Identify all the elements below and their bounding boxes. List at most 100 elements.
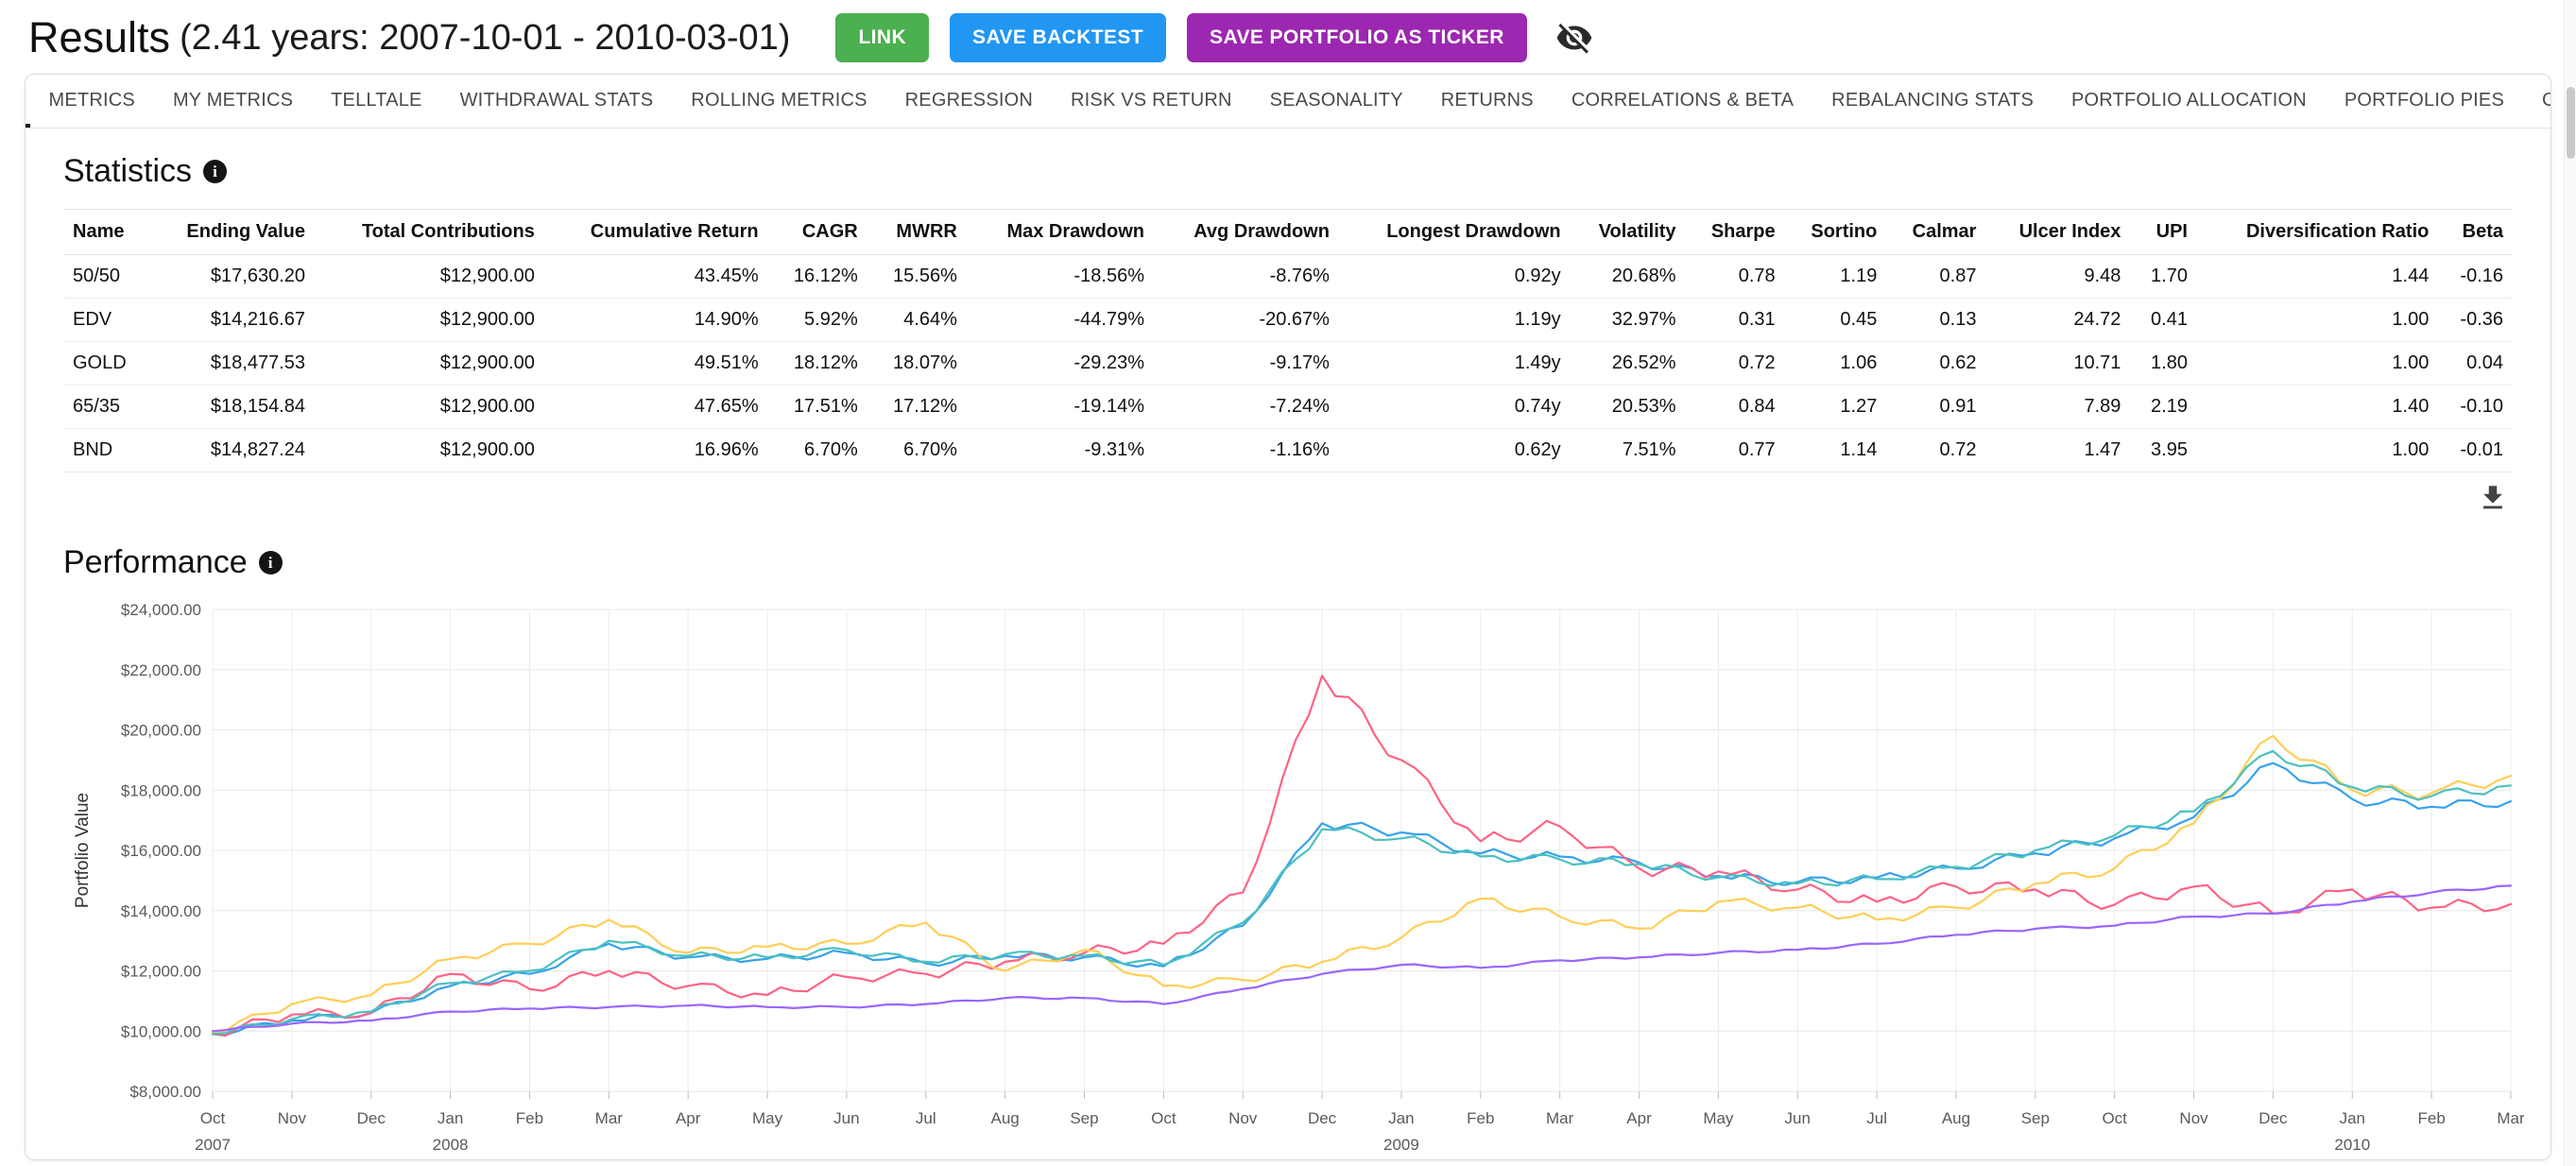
table-cell: 0.74y: [1338, 385, 1571, 429]
table-cell: 0.78: [1685, 254, 1785, 299]
svg-text:Sep: Sep: [2021, 1109, 2050, 1127]
table-cell: 9.48: [1985, 254, 2131, 299]
performance-section: Performance i $8,000.00 $10,000.00 $12,000…: [26, 520, 2550, 1159]
page-subtitle: (2.41 years: 2007-10-01 - 2010-03-01): [180, 17, 791, 58]
table-cell: $12,900.00: [315, 341, 544, 386]
topbar: Results (2.41 years: 2007-10-01 - 2010-0…: [0, 0, 2576, 68]
svg-text:$24,000.00: $24,000.00: [121, 601, 201, 619]
svg-text:Jan: Jan: [438, 1109, 463, 1127]
table-cell: 1.19: [1784, 254, 1887, 299]
svg-text:Aug: Aug: [990, 1109, 1019, 1127]
table-cell: 3.95: [2130, 428, 2197, 472]
table-cell: $14,216.67: [149, 298, 315, 342]
tab-portfolio-pies[interactable]: PORTFOLIO PIES: [2326, 75, 2523, 128]
table-cell: 17.12%: [867, 385, 967, 429]
table-row-edv: EDV $14,216.67 $12,900.00 14.90% 5.92% 4.64% -…: [63, 298, 2513, 342]
statistics-title: Statistics i: [63, 153, 2513, 190]
table-cell: -0.36: [2438, 298, 2513, 342]
svg-text:Mar: Mar: [595, 1109, 624, 1127]
table-cell: 0.92y: [1338, 254, 1571, 299]
table-cell: 50/50: [63, 254, 150, 299]
table-cell: 18.07%: [867, 341, 967, 386]
tab-risk-vs-return[interactable]: RISK VS RETURN: [1052, 75, 1251, 128]
table-cell: -0.16: [2438, 254, 2513, 299]
column-header-upi: UPI: [2130, 209, 2197, 255]
series-65-35: [211, 749, 2513, 1036]
svg-text:$8,000.00: $8,000.00: [129, 1083, 201, 1101]
tab-my-metrics[interactable]: MY METRICS: [154, 75, 312, 128]
table-row-gold: GOLD $18,477.53 $12,900.00 49.51% 18.12% 18.0…: [63, 341, 2513, 386]
table-cell: 1.47: [1985, 428, 2131, 472]
table-cell: 43.45%: [543, 254, 768, 299]
table-cell: 0.77: [1685, 428, 1785, 472]
table-cell: $12,900.00: [315, 254, 544, 299]
table-cell: $12,900.00: [315, 298, 544, 342]
page-scrollbar-thumb[interactable]: [2567, 87, 2575, 159]
tab-telltale[interactable]: TELLTALE: [312, 75, 440, 128]
table-cell: 1.44: [2196, 254, 2439, 299]
table-cell: 6.70%: [867, 428, 967, 472]
table-cell: 32.97%: [1570, 298, 1686, 342]
table-row-50-50: 50/50 $17,630.20 $12,900.00 43.45% 16.12% 15.…: [63, 254, 2513, 299]
column-header-longest-drawdown: Longest Drawdown: [1338, 209, 1571, 255]
table-cell: 1.70: [2130, 254, 2197, 299]
page-scrollbar-track[interactable]: [2564, 0, 2576, 1166]
tab-cashflows[interactable]: CASHFLOWS: [2523, 75, 2550, 128]
table-cell: 6.70%: [767, 428, 867, 472]
table-cell: 49.51%: [543, 341, 768, 386]
table-cell: 7.89: [1985, 385, 2131, 429]
column-header-ulcer-index: Ulcer Index: [1985, 209, 2131, 255]
svg-text:$22,000.00: $22,000.00: [121, 661, 201, 679]
column-header-avg-drawdown: Avg Drawdown: [1154, 209, 1339, 255]
table-cell: 15.56%: [867, 254, 967, 299]
info-icon[interactable]: i: [203, 160, 228, 183]
svg-text:Dec: Dec: [2258, 1109, 2288, 1127]
tab-rolling-metrics[interactable]: ROLLING METRICS: [672, 75, 885, 128]
svg-text:May: May: [1703, 1109, 1734, 1127]
table-cell: 0.84: [1685, 385, 1785, 429]
link-button[interactable]: LINK: [835, 13, 930, 62]
tab-seasonality[interactable]: SEASONALITY: [1251, 75, 1422, 128]
tab-withdrawal-stats[interactable]: WITHDRAWAL STATS: [441, 75, 673, 128]
tab-correlations-beta[interactable]: CORRELATIONS & BETA: [1553, 75, 1812, 128]
table-cell: 1.80: [2130, 341, 2197, 386]
tab-metrics[interactable]: METRICS: [30, 75, 154, 128]
tab-portfolio-allocation[interactable]: PORTFOLIO ALLOCATION: [2052, 75, 2326, 128]
table-cell: BND: [63, 428, 150, 472]
svg-text:Jun: Jun: [1785, 1109, 1811, 1127]
column-header-max-drawdown: Max Drawdown: [966, 209, 1155, 255]
column-header-sortino: Sortino: [1784, 209, 1887, 255]
table-cell: $12,900.00: [315, 428, 544, 472]
statistics-section: Statistics i Name Ending Value Total Contr…: [26, 129, 2550, 520]
performance-title: Performance i: [63, 544, 2513, 581]
column-header-ending-value: Ending Value: [149, 209, 315, 255]
info-icon[interactable]: i: [258, 551, 283, 574]
table-cell: 0.72: [1685, 341, 1785, 386]
svg-text:Feb: Feb: [2417, 1109, 2445, 1127]
table-cell: $17,630.20: [149, 254, 315, 299]
table-cell: 5.92%: [767, 298, 867, 342]
eye-off-icon[interactable]: [1555, 19, 1593, 57]
table-row-65-35: 65/35 $18,154.84 $12,900.00 47.65% 17.51% 17.…: [63, 385, 2513, 429]
table-cell: $14,827.24: [149, 428, 315, 472]
tab-rebalancing-stats[interactable]: REBALANCING STATS: [1812, 75, 2052, 128]
save-portfolio-as-ticker-button[interactable]: SAVE PORTFOLIO AS TICKER: [1187, 13, 1527, 62]
svg-text:Nov: Nov: [278, 1109, 307, 1127]
tab-regression[interactable]: REGRESSION: [886, 75, 1052, 128]
tab-returns[interactable]: RETURNS: [1422, 75, 1553, 128]
svg-text:2010: 2010: [2334, 1136, 2370, 1154]
table-cell: 20.53%: [1570, 385, 1686, 429]
download-icon[interactable]: [2477, 482, 2509, 514]
table-cell: 24.72: [1985, 298, 2131, 342]
table-cell: -9.31%: [966, 428, 1155, 472]
svg-text:Jun: Jun: [833, 1109, 859, 1127]
svg-text:Nov: Nov: [1228, 1109, 1258, 1127]
save-backtest-button[interactable]: SAVE BACKTEST: [950, 13, 1167, 62]
table-cell: -29.23%: [966, 341, 1155, 386]
table-cell: GOLD: [63, 341, 150, 386]
table-cell: -0.10: [2438, 385, 2513, 429]
performance-chart[interactable]: $8,000.00 $10,000.00 $12,000.00 $14,000.00 $…: [63, 600, 2525, 1159]
table-cell: 16.12%: [767, 254, 867, 299]
table-cell: -19.14%: [966, 385, 1155, 429]
svg-text:$16,000.00: $16,000.00: [121, 842, 201, 860]
